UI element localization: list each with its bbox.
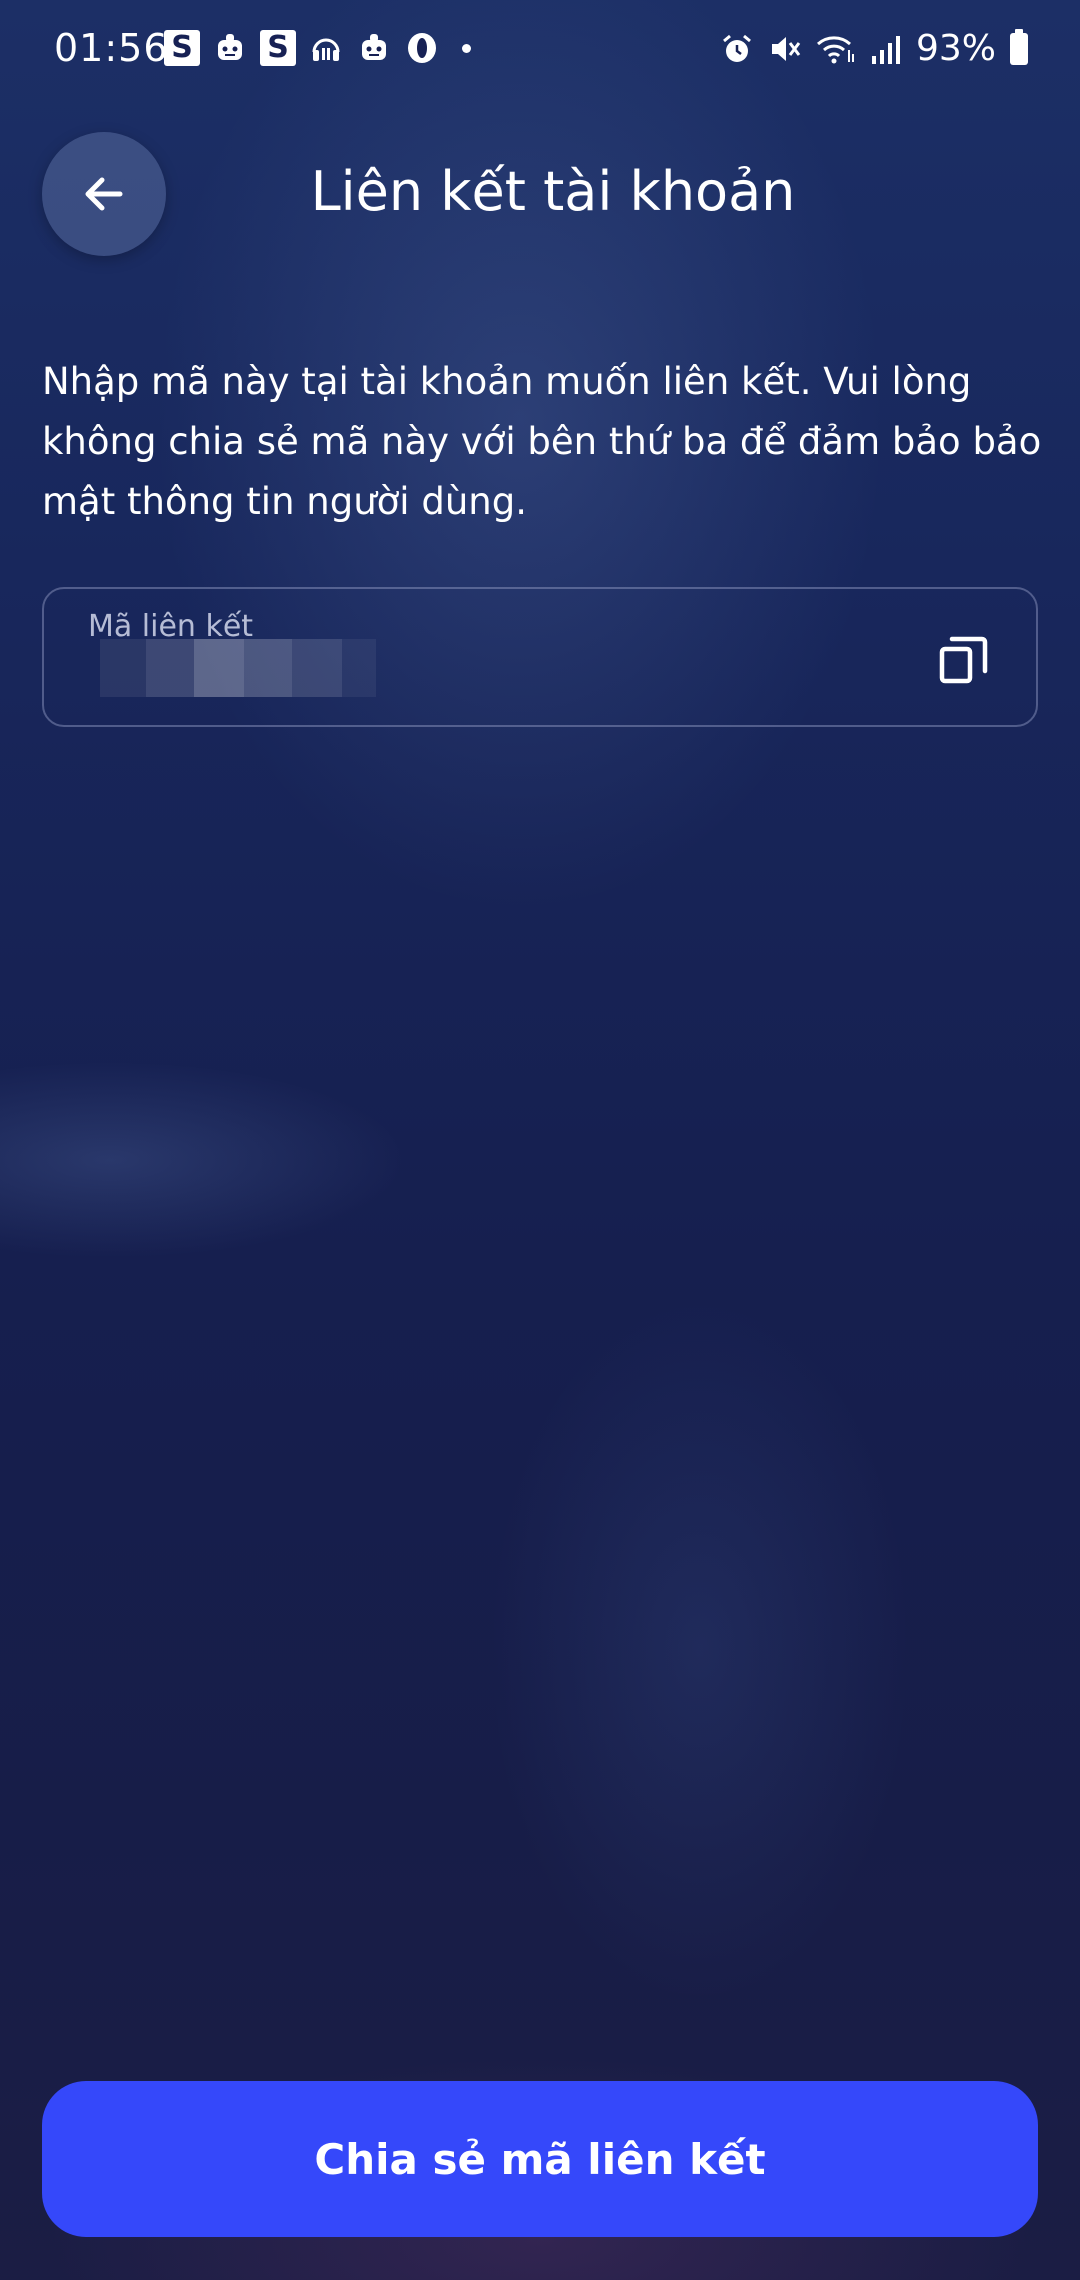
battery-icon <box>1010 28 1028 65</box>
notification-icons: S S <box>164 30 471 66</box>
link-code-value-redacted <box>100 639 376 699</box>
wifi-icon <box>816 35 854 63</box>
mute-icon <box>771 36 801 61</box>
copy-icon <box>939 636 988 684</box>
system-icons: 93% <box>720 28 1028 69</box>
s-app-icon-2: S <box>260 30 296 66</box>
link-code-field[interactable]: Mã liên kết <box>42 587 1038 727</box>
alarm-icon <box>723 34 751 62</box>
s-app-icon: S <box>164 30 200 66</box>
status-time: 01:56 <box>54 26 169 70</box>
status-bar: 01:56 S S 93% <box>0 0 1080 100</box>
background <box>0 0 1080 2280</box>
copy-button[interactable] <box>934 629 994 689</box>
mascot-icon <box>218 34 242 60</box>
signal-icon <box>871 35 900 64</box>
more-notifications-dot <box>462 43 471 53</box>
instruction-text: Nhập mã này tại tài khoản muốn liên kết.… <box>42 360 1042 523</box>
share-link-code-button[interactable]: Chia sẻ mã liên kết <box>42 2081 1038 2237</box>
opera-icon <box>408 33 436 63</box>
page-title: Liên kết tài khoản <box>310 160 796 223</box>
battery-percentage: 93% <box>915 28 996 69</box>
mascot-icon-2 <box>362 34 386 60</box>
headphones-icon <box>312 38 340 61</box>
